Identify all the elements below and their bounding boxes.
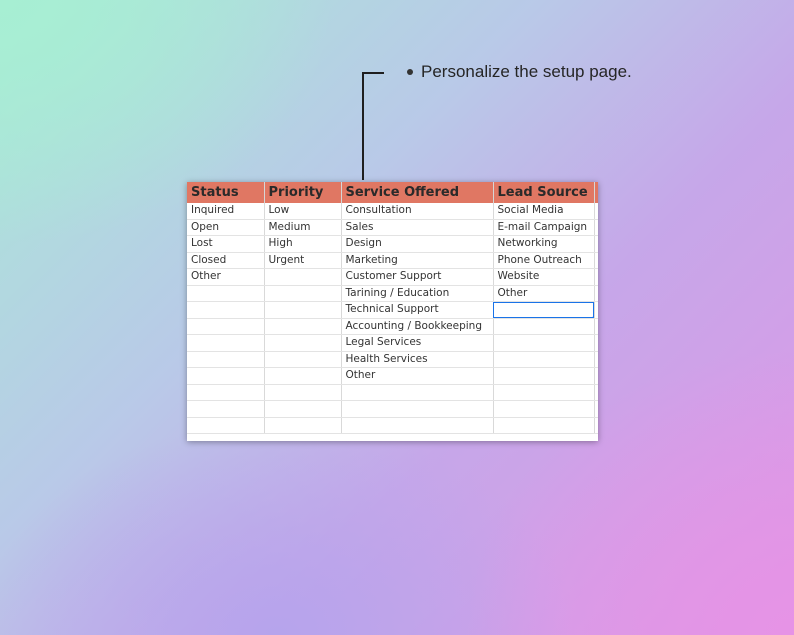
header-spacer: [594, 182, 598, 203]
table-row: Open Medium Sales E-mail Campaign: [187, 219, 598, 236]
cell-lead-source-selected[interactable]: [493, 301, 595, 319]
cell-lead-source[interactable]: [493, 367, 595, 385]
cell-service[interactable]: [341, 417, 494, 434]
header-row: Status Priority Service Offered Lead Sou…: [187, 182, 598, 203]
callout-connector-vertical: [362, 72, 364, 180]
table-row: Other Customer Support Website: [187, 268, 598, 286]
cell-service[interactable]: Marketing: [341, 252, 494, 269]
cell-status[interactable]: Inquired: [187, 203, 265, 220]
cell-spacer: [594, 252, 598, 269]
table-row: [187, 400, 598, 418]
cell-service[interactable]: Consultation: [341, 203, 494, 220]
cell-spacer: [594, 285, 598, 302]
cell-spacer: [594, 318, 598, 335]
cell-status[interactable]: [187, 384, 265, 401]
cell-service[interactable]: Other: [341, 367, 494, 385]
cell-service[interactable]: Tarining / Education: [341, 285, 494, 302]
cell-service[interactable]: Design: [341, 235, 494, 253]
table-row: Accounting / Bookkeeping: [187, 318, 598, 335]
table-row: Lost High Design Networking: [187, 235, 598, 253]
bullet-icon: [407, 69, 413, 75]
header-priority[interactable]: Priority: [264, 182, 342, 203]
cell-status[interactable]: Open: [187, 219, 265, 236]
callout-connector-horizontal: [362, 72, 384, 74]
cell-spacer: [594, 400, 598, 418]
cell-spacer: [594, 219, 598, 236]
cell-service[interactable]: Customer Support: [341, 268, 494, 286]
table-row: [187, 417, 598, 434]
table-row: Technical Support: [187, 301, 598, 319]
cell-status[interactable]: [187, 318, 265, 335]
cell-status[interactable]: [187, 334, 265, 352]
cell-lead-source[interactable]: [493, 384, 595, 401]
callout: Personalize the setup page.: [407, 62, 632, 82]
cell-priority[interactable]: [264, 334, 342, 352]
cell-status[interactable]: [187, 417, 265, 434]
cell-priority[interactable]: Medium: [264, 219, 342, 236]
header-lead-source[interactable]: Lead Source: [493, 182, 595, 203]
cell-status[interactable]: [187, 285, 265, 302]
cell-lead-source[interactable]: Other: [493, 285, 595, 302]
table-row: [187, 384, 598, 401]
cell-priority[interactable]: [264, 400, 342, 418]
table-row: Closed Urgent Marketing Phone Outreach: [187, 252, 598, 269]
cell-lead-source[interactable]: [493, 351, 595, 368]
cell-service[interactable]: [341, 400, 494, 418]
cell-service[interactable]: Legal Services: [341, 334, 494, 352]
cell-spacer: [594, 334, 598, 352]
cell-lead-source[interactable]: Website: [493, 268, 595, 286]
cell-status[interactable]: [187, 301, 265, 319]
table-row: Legal Services: [187, 334, 598, 352]
cell-spacer: [594, 235, 598, 253]
callout-text: Personalize the setup page.: [421, 62, 632, 81]
setup-table: Status Priority Service Offered Lead Sou…: [187, 182, 598, 434]
table-row: Health Services: [187, 351, 598, 368]
cell-priority[interactable]: [264, 285, 342, 302]
cell-priority[interactable]: [264, 367, 342, 385]
cell-spacer: [594, 301, 598, 319]
cell-priority[interactable]: Urgent: [264, 252, 342, 269]
table-row: Inquired Low Consultation Social Media: [187, 203, 598, 220]
cell-spacer: [594, 268, 598, 286]
table-row: Tarining / Education Other: [187, 285, 598, 302]
cell-service[interactable]: Accounting / Bookkeeping: [341, 318, 494, 335]
cell-lead-source[interactable]: Phone Outreach: [493, 252, 595, 269]
cell-status[interactable]: [187, 351, 265, 368]
cell-service[interactable]: Sales: [341, 219, 494, 236]
cell-lead-source[interactable]: [493, 400, 595, 418]
cell-lead-source[interactable]: Networking: [493, 235, 595, 253]
cell-spacer: [594, 351, 598, 368]
cell-spacer: [594, 367, 598, 385]
cell-service[interactable]: [341, 384, 494, 401]
cell-priority[interactable]: High: [264, 235, 342, 253]
cell-priority[interactable]: [264, 301, 342, 319]
cell-priority[interactable]: [264, 268, 342, 286]
spreadsheet: Status Priority Service Offered Lead Sou…: [187, 182, 598, 441]
cell-spacer: [594, 203, 598, 220]
cell-status[interactable]: Closed: [187, 252, 265, 269]
table-row: Other: [187, 367, 598, 385]
cell-lead-source[interactable]: [493, 334, 595, 352]
cell-status[interactable]: [187, 400, 265, 418]
cell-lead-source[interactable]: [493, 417, 595, 434]
header-status[interactable]: Status: [187, 182, 265, 203]
cell-priority[interactable]: [264, 417, 342, 434]
cell-priority[interactable]: [264, 384, 342, 401]
cell-priority[interactable]: Low: [264, 203, 342, 220]
cell-service[interactable]: Technical Support: [341, 301, 494, 319]
cell-status[interactable]: [187, 367, 265, 385]
cell-spacer: [594, 417, 598, 434]
fill-handle[interactable]: [591, 315, 593, 318]
cell-priority[interactable]: [264, 351, 342, 368]
cell-lead-source[interactable]: [493, 318, 595, 335]
cell-lead-source[interactable]: Social Media: [493, 203, 595, 220]
header-service-offered[interactable]: Service Offered: [341, 182, 494, 203]
cell-service[interactable]: Health Services: [341, 351, 494, 368]
cell-lead-source[interactable]: E-mail Campaign: [493, 219, 595, 236]
cell-status[interactable]: Other: [187, 268, 265, 286]
cell-spacer: [594, 384, 598, 401]
cell-status[interactable]: Lost: [187, 235, 265, 253]
cell-priority[interactable]: [264, 318, 342, 335]
